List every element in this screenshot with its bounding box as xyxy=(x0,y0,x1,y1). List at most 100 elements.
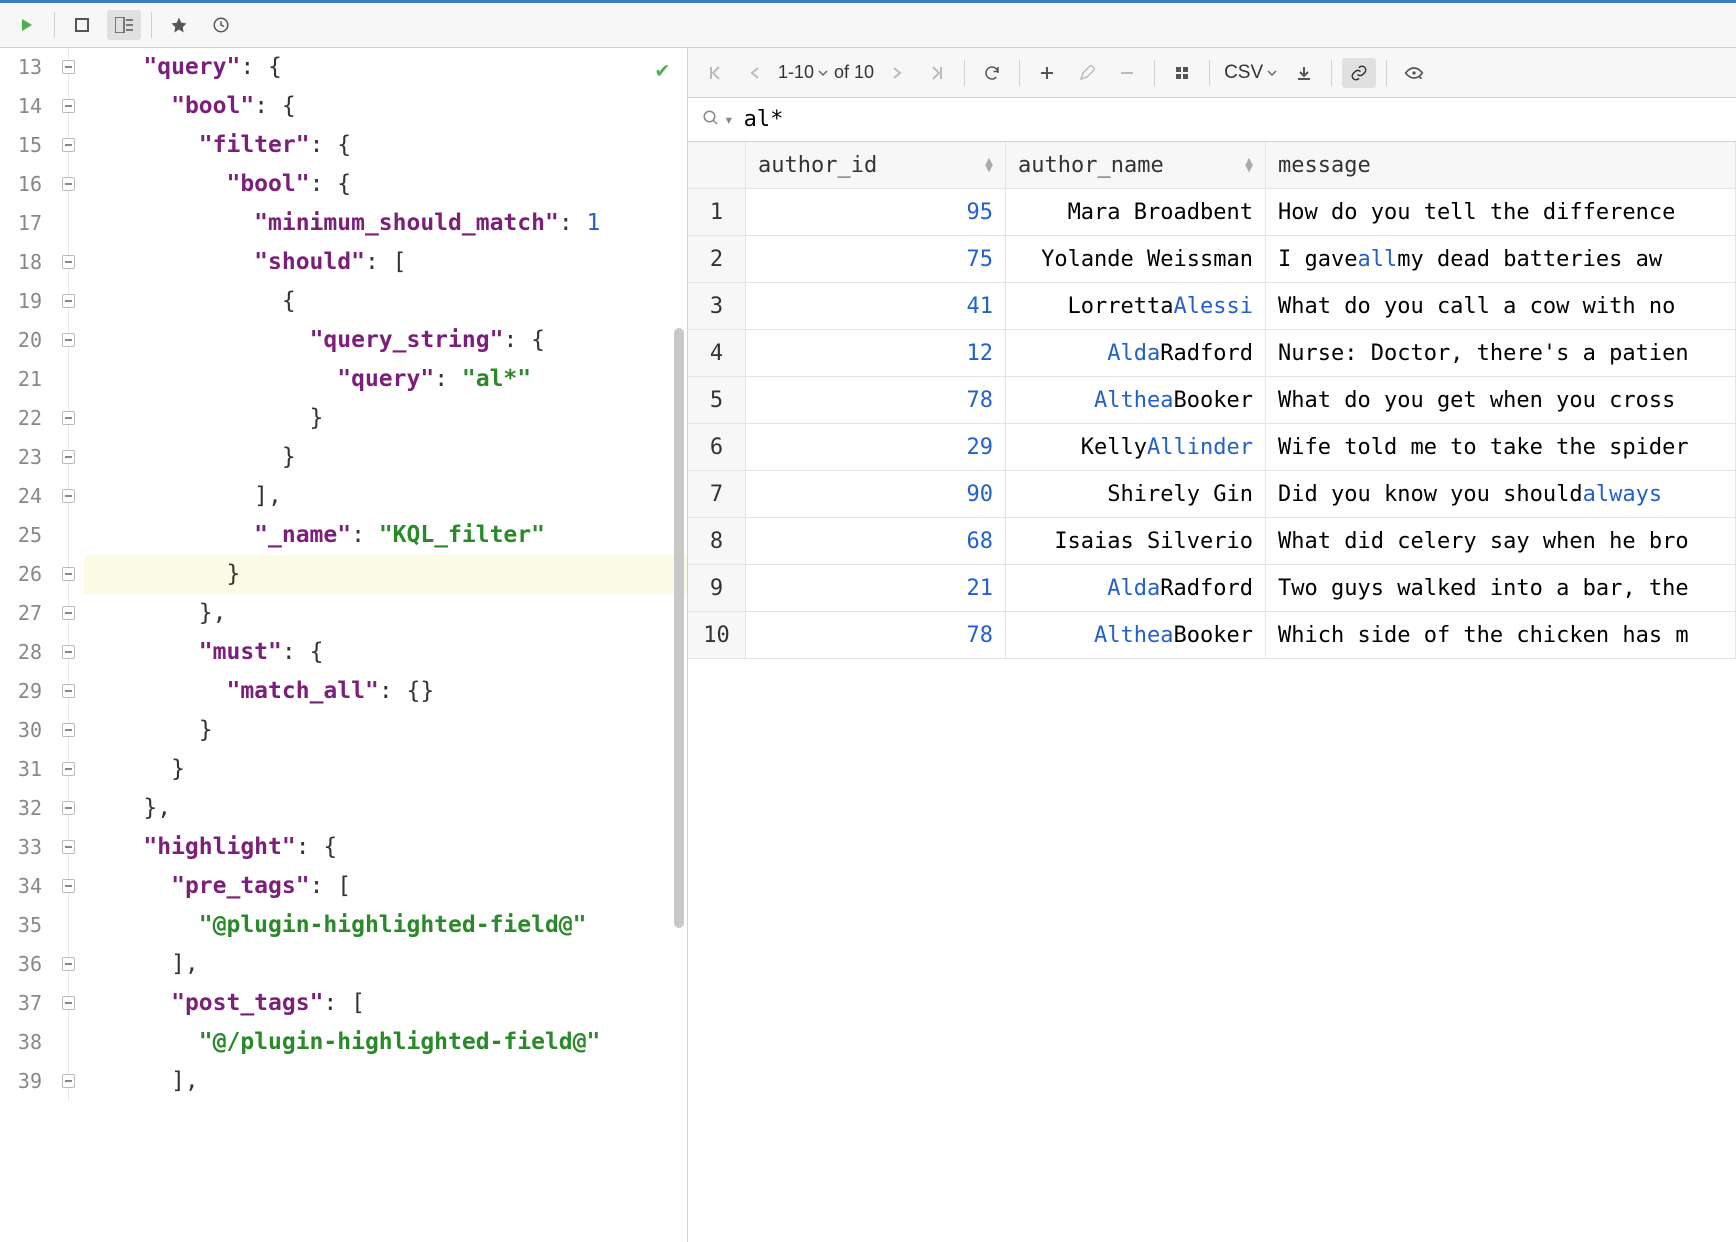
fold-handle[interactable] xyxy=(62,138,75,152)
download-button[interactable] xyxy=(1287,58,1321,88)
run-button[interactable] xyxy=(10,10,44,40)
fold-handle[interactable] xyxy=(62,723,75,737)
fold-handle[interactable] xyxy=(62,645,75,659)
fold-handle[interactable] xyxy=(62,1074,75,1088)
link-button[interactable] xyxy=(1342,58,1376,88)
sort-icon[interactable]: ▲▼ xyxy=(985,158,993,172)
cell-author-id[interactable]: 75 xyxy=(746,236,1006,283)
query-editor[interactable]: 1314151617181920212223242526272829303132… xyxy=(0,48,688,1242)
fold-handle[interactable] xyxy=(62,840,75,854)
cell-message[interactable]: How do you tell the difference xyxy=(1266,189,1736,236)
fold-handle[interactable] xyxy=(62,606,75,620)
fold-gutter[interactable] xyxy=(60,48,84,1242)
code-line[interactable]: "filter": { xyxy=(84,126,687,165)
cell-message[interactable]: Did you know you should always xyxy=(1266,471,1736,518)
next-page-button[interactable] xyxy=(880,58,914,88)
code-line[interactable]: } xyxy=(84,438,687,477)
code-line[interactable]: "minimum_should_match": 1 xyxy=(84,204,687,243)
cell-author-id[interactable]: 29 xyxy=(746,424,1006,471)
code-line[interactable]: } xyxy=(84,555,687,594)
code-line[interactable]: "should": [ xyxy=(84,243,687,282)
code-line[interactable]: "post_tags": [ xyxy=(84,984,687,1023)
favorite-button[interactable] xyxy=(162,10,196,40)
code-line[interactable]: "@/plugin-highlighted-field@" xyxy=(84,1023,687,1062)
cell-author-id[interactable]: 90 xyxy=(746,471,1006,518)
cell-author-name[interactable]: Mara Broadbent xyxy=(1006,189,1266,236)
fold-handle[interactable] xyxy=(62,762,75,776)
fold-handle[interactable] xyxy=(62,294,75,308)
cell-author-name[interactable]: Althea Booker xyxy=(1006,377,1266,424)
column-header[interactable]: message xyxy=(1266,142,1736,189)
preview-button[interactable] xyxy=(1397,58,1431,88)
fold-handle[interactable] xyxy=(62,450,75,464)
history-button[interactable] xyxy=(204,10,238,40)
cell-author-id[interactable]: 95 xyxy=(746,189,1006,236)
fold-handle[interactable] xyxy=(62,684,75,698)
code-line[interactable]: "_name": "KQL_filter" xyxy=(84,516,687,555)
code-line[interactable]: "bool": { xyxy=(84,87,687,126)
column-header[interactable]: author_name▲▼ xyxy=(1006,142,1266,189)
cell-author-name[interactable]: Yolande Weissman xyxy=(1006,236,1266,283)
fold-handle[interactable] xyxy=(62,255,75,269)
code-line[interactable]: "pre_tags": [ xyxy=(84,867,687,906)
fold-handle[interactable] xyxy=(62,489,75,503)
delete-row-button[interactable] xyxy=(1110,58,1144,88)
cell-message[interactable]: Two guys walked into a bar, the xyxy=(1266,565,1736,612)
last-page-button[interactable] xyxy=(920,58,954,88)
cell-author-name[interactable]: Althea Booker xyxy=(1006,612,1266,659)
code-line[interactable]: "query": "al*" xyxy=(84,360,687,399)
fold-handle[interactable] xyxy=(62,177,75,191)
code-line[interactable]: "query": { xyxy=(84,48,687,87)
cell-author-name[interactable]: Alda Radford xyxy=(1006,565,1266,612)
editor-scrollbar[interactable] xyxy=(674,328,684,928)
fold-handle[interactable] xyxy=(62,957,75,971)
cell-author-name[interactable]: Kelly Allinder xyxy=(1006,424,1266,471)
add-row-button[interactable] xyxy=(1030,58,1064,88)
edit-row-button[interactable] xyxy=(1070,58,1104,88)
cell-message[interactable]: I gave all my dead batteries aw xyxy=(1266,236,1736,283)
results-search[interactable]: ▾ al* xyxy=(688,98,1736,142)
cell-message[interactable]: Wife told me to take the spider xyxy=(1266,424,1736,471)
refresh-button[interactable] xyxy=(975,58,1009,88)
cell-author-name[interactable]: Isaias Silverio xyxy=(1006,518,1266,565)
code-line[interactable]: } xyxy=(84,399,687,438)
code-line[interactable]: ], xyxy=(84,945,687,984)
view-mode-button[interactable] xyxy=(1165,58,1199,88)
stop-button[interactable] xyxy=(65,10,99,40)
fold-handle[interactable] xyxy=(62,99,75,113)
cell-author-id[interactable]: 78 xyxy=(746,612,1006,659)
first-page-button[interactable] xyxy=(698,58,732,88)
code-line[interactable]: "@plugin-highlighted-field@" xyxy=(84,906,687,945)
column-header[interactable]: author_id▲▼ xyxy=(746,142,1006,189)
layout-toggle-button[interactable] xyxy=(107,10,141,40)
code-line[interactable]: "must": { xyxy=(84,633,687,672)
cell-message[interactable]: Nurse: Doctor, there's a patien xyxy=(1266,330,1736,377)
fold-handle[interactable] xyxy=(62,801,75,815)
cell-author-name[interactable]: Alda Radford xyxy=(1006,330,1266,377)
code-line[interactable]: { xyxy=(84,282,687,321)
cell-author-name[interactable]: Shirely Gin xyxy=(1006,471,1266,518)
code-line[interactable]: "bool": { xyxy=(84,165,687,204)
code-line[interactable]: "match_all": {} xyxy=(84,672,687,711)
cell-author-id[interactable]: 68 xyxy=(746,518,1006,565)
cell-author-name[interactable]: Lorretta Alessi xyxy=(1006,283,1266,330)
fold-handle[interactable] xyxy=(62,411,75,425)
fold-handle[interactable] xyxy=(62,567,75,581)
export-dropdown[interactable]: CSV xyxy=(1220,62,1281,84)
code-line[interactable]: "query_string": { xyxy=(84,321,687,360)
cell-author-id[interactable]: 41 xyxy=(746,283,1006,330)
prev-page-button[interactable] xyxy=(738,58,772,88)
code-line[interactable]: } xyxy=(84,711,687,750)
fold-handle[interactable] xyxy=(62,60,75,74)
cell-message[interactable]: Which side of the chicken has m xyxy=(1266,612,1736,659)
code-line[interactable]: ], xyxy=(84,477,687,516)
code-line[interactable]: ], xyxy=(84,1062,687,1101)
fold-handle[interactable] xyxy=(62,879,75,893)
code-line[interactable]: } xyxy=(84,750,687,789)
cell-message[interactable]: What do you call a cow with no xyxy=(1266,283,1736,330)
sort-icon[interactable]: ▲▼ xyxy=(1245,158,1253,172)
code-area[interactable]: ✔ "query": { "bool": { "filter": { "bool… xyxy=(84,48,687,1242)
cell-message[interactable]: What do you get when you cross xyxy=(1266,377,1736,424)
cell-author-id[interactable]: 12 xyxy=(746,330,1006,377)
cell-author-id[interactable]: 21 xyxy=(746,565,1006,612)
